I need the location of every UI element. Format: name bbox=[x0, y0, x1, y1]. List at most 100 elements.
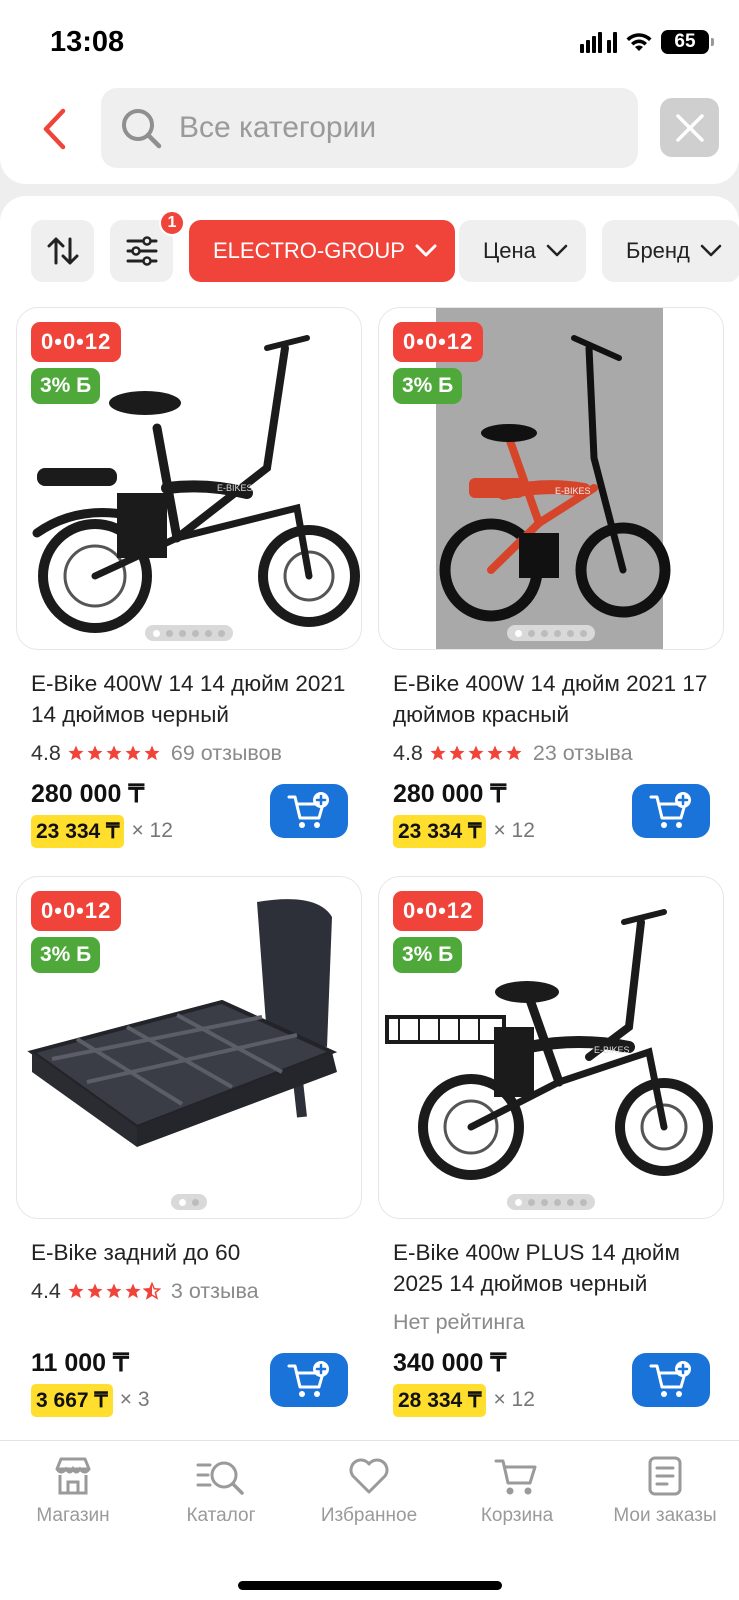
monthly-payment: 3 667 ₸ bbox=[31, 1383, 113, 1417]
nav-item-favorites[interactable]: Избранное bbox=[304, 1455, 434, 1527]
nav-item-orders[interactable]: Мои заказы bbox=[600, 1455, 730, 1527]
installment-badge: 0•0•12 bbox=[31, 322, 122, 362]
add-to-cart-button[interactable] bbox=[632, 784, 710, 838]
star-icon bbox=[106, 1283, 122, 1299]
installment-badge: 0•0•12 bbox=[393, 891, 484, 931]
sort-button[interactable] bbox=[31, 220, 94, 282]
star-icon bbox=[468, 745, 484, 761]
product-card[interactable]: 0•0•12 3% Б E-Bike задний до 60 4.4 3 от… bbox=[16, 876, 362, 1417]
product-listing: 1 ELECTRO-GROUP Цена Бренд E-BIKES 0•0•1… bbox=[0, 196, 739, 1440]
filter-chip-price[interactable]: Цена bbox=[459, 220, 586, 282]
nav-item-cart[interactable]: Корзина bbox=[452, 1455, 582, 1527]
search-header: Все категории bbox=[0, 84, 739, 184]
back-button[interactable] bbox=[34, 104, 74, 154]
cart-icon bbox=[494, 1459, 537, 1495]
star-icon bbox=[87, 745, 103, 761]
product-title[interactable]: E-Bike 400w PLUS 14 дюйм 2025 14 дюймов … bbox=[378, 1237, 724, 1299]
reviews-link[interactable]: 3 отзыва bbox=[171, 1279, 259, 1304]
star-icon bbox=[68, 1283, 84, 1299]
bonus-badge: 3% Б bbox=[393, 937, 463, 973]
product-title[interactable]: E-Bike 400W 14 14 дюйм 2021 14 дюймов че… bbox=[16, 668, 362, 730]
image-pagination-dots bbox=[507, 625, 595, 641]
wifi-icon bbox=[625, 31, 653, 53]
star-icon bbox=[487, 745, 503, 761]
rating-row: 4.4 3 отзыва bbox=[16, 1276, 362, 1306]
filter-chip-brand[interactable]: Бренд bbox=[602, 220, 739, 282]
rating-value: 4.8 bbox=[31, 740, 61, 765]
installment-months: × 12 bbox=[493, 819, 535, 842]
cart-plus-icon bbox=[649, 792, 691, 828]
nav-label: Корзина bbox=[480, 1505, 554, 1526]
search-input[interactable]: Все категории bbox=[101, 88, 638, 168]
search-placeholder: Все категории bbox=[179, 111, 377, 144]
rating-value: 4.8 bbox=[393, 740, 423, 765]
star-icon bbox=[68, 745, 84, 761]
monthly-payment: 28 334 ₸ bbox=[393, 1383, 487, 1417]
monthly-payment: 23 334 ₸ bbox=[31, 814, 125, 848]
installment-badge: 0•0•12 bbox=[393, 322, 484, 362]
reviews-link[interactable]: 23 отзыва bbox=[533, 741, 633, 766]
status-icons: 65 bbox=[580, 30, 714, 54]
star-icon bbox=[449, 745, 465, 761]
product-title[interactable]: E-Bike задний до 60 bbox=[16, 1237, 362, 1268]
back-arrow-icon bbox=[43, 108, 66, 150]
monthly-payment: 23 334 ₸ bbox=[393, 814, 487, 848]
image-pagination-dots bbox=[171, 1194, 207, 1210]
rating-row: 4.8 69 отзывов bbox=[16, 738, 362, 768]
image-pagination-dots bbox=[145, 625, 233, 641]
image-pagination-dots bbox=[507, 1194, 595, 1210]
installment-months: × 12 bbox=[493, 1388, 535, 1411]
rating-row: 4.8 23 отзыва bbox=[378, 738, 724, 768]
bonus-badge: 3% Б bbox=[31, 368, 101, 404]
clear-search-button[interactable] bbox=[660, 98, 719, 157]
installment-months: × 12 bbox=[131, 819, 173, 842]
battery-indicator: 65 bbox=[661, 30, 714, 54]
bonus-badge: 3% Б bbox=[31, 937, 101, 973]
add-to-cart-button[interactable] bbox=[632, 1353, 710, 1407]
filter-settings-button[interactable]: 1 bbox=[110, 210, 185, 282]
nav-label: Магазин bbox=[36, 1505, 110, 1526]
cart-plus-icon bbox=[287, 792, 329, 828]
svg-text:E-BIKES: E-BIKES bbox=[217, 483, 253, 493]
chevron-down-icon bbox=[700, 244, 722, 257]
add-to-cart-button[interactable] bbox=[270, 1353, 348, 1407]
filter-count-badge: 1 bbox=[159, 210, 185, 236]
product-image[interactable]: E-BIKES 0•0•12 3% Б bbox=[378, 876, 724, 1219]
star-icon bbox=[506, 745, 522, 761]
svg-text:E-BIKES: E-BIKES bbox=[594, 1045, 630, 1055]
nav-item-shop[interactable]: Магазин bbox=[8, 1455, 138, 1527]
star-icon bbox=[125, 745, 141, 761]
product-image[interactable]: E-BIKES 0•0•12 3% Б bbox=[16, 307, 362, 650]
installment-badge: 0•0•12 bbox=[31, 891, 122, 931]
star-icon bbox=[430, 745, 446, 761]
bonus-badge: 3% Б bbox=[393, 368, 463, 404]
filter-chip-seller[interactable]: ELECTRO-GROUP bbox=[189, 220, 455, 282]
product-image[interactable]: 0•0•12 3% Б bbox=[16, 876, 362, 1219]
installment-months: × 3 bbox=[119, 1388, 150, 1411]
star-rating bbox=[67, 744, 161, 762]
chevron-down-icon bbox=[415, 244, 437, 257]
product-card[interactable]: E-BIKES 0•0•12 3% Б E-Bike 400W 14 14 дю… bbox=[16, 307, 362, 848]
home-indicator bbox=[238, 1581, 502, 1590]
add-to-cart-button[interactable] bbox=[270, 784, 348, 838]
status-time: 13:08 bbox=[50, 26, 125, 58]
star-rating bbox=[67, 1282, 161, 1300]
product-title[interactable]: E-Bike 400W 14 дюйм 2021 17 дюймов красн… bbox=[378, 668, 724, 730]
cellular-signal-icon bbox=[580, 31, 617, 53]
star-rating bbox=[429, 744, 523, 762]
nav-item-catalog[interactable]: Каталог bbox=[156, 1455, 286, 1527]
cart-plus-icon bbox=[649, 1361, 691, 1397]
filter-bar: 1 ELECTRO-GROUP Цена Бренд bbox=[0, 210, 739, 282]
filter-chip-label: Бренд bbox=[626, 238, 690, 263]
close-icon bbox=[675, 113, 704, 142]
svg-text:E-BIKES: E-BIKES bbox=[555, 486, 591, 496]
product-card[interactable]: E-BIKES 0•0•12 3% Б E-Bike 400w PLUS 14 … bbox=[378, 876, 724, 1417]
search-icon bbox=[122, 109, 162, 149]
product-card[interactable]: E-BIKES 0•0•12 3% Б E-Bike 400W 14 дюйм … bbox=[378, 307, 724, 848]
filter-chip-label: ELECTRO-GROUP bbox=[213, 238, 405, 263]
chevron-down-icon bbox=[546, 244, 568, 257]
star-icon bbox=[87, 1283, 103, 1299]
reviews-link[interactable]: 69 отзывов bbox=[171, 741, 282, 766]
nav-label: Мои заказы bbox=[613, 1505, 717, 1526]
product-image[interactable]: E-BIKES 0•0•12 3% Б bbox=[378, 307, 724, 650]
